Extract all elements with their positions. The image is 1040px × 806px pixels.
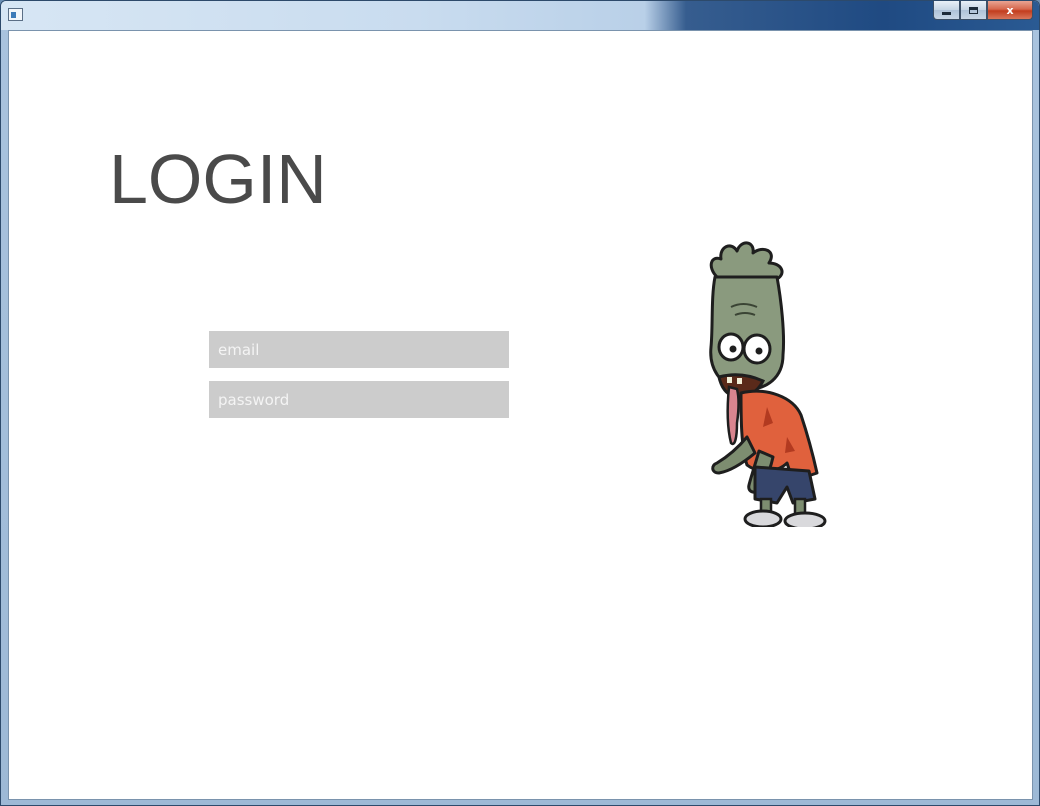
password-field[interactable]	[209, 381, 509, 418]
maximize-icon	[969, 6, 978, 14]
app-icon[interactable]	[8, 8, 23, 21]
title-bar[interactable]: x	[1, 1, 1039, 30]
page-title: LOGIN	[109, 140, 327, 218]
minimize-icon	[942, 11, 951, 15]
window-controls: x	[933, 1, 1033, 21]
login-screen: LOGIN	[8, 30, 1033, 800]
app-window: x LOGIN	[0, 0, 1040, 806]
maximize-button[interactable]	[960, 1, 987, 20]
minimize-button[interactable]	[933, 1, 960, 20]
zombie-mascot-icon	[709, 241, 827, 527]
close-icon: x	[1006, 3, 1014, 17]
email-field[interactable]	[209, 331, 509, 368]
close-button[interactable]: x	[987, 1, 1033, 20]
